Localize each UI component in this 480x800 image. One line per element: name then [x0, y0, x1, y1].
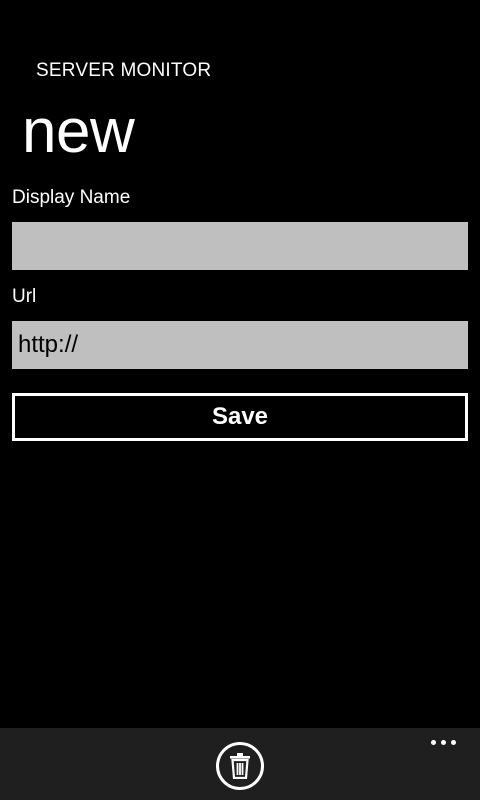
page-title: new [22, 97, 135, 166]
more-dot-icon [430, 740, 436, 745]
trash-icon [230, 753, 250, 779]
app-title: SERVER MONITOR [36, 60, 212, 81]
more-button[interactable] [426, 732, 460, 756]
app-bar [0, 728, 480, 800]
display-name-label: Display Name [12, 187, 131, 208]
url-label: Url [12, 286, 37, 307]
more-dot-icon [440, 740, 446, 745]
display-name-field[interactable] [12, 222, 468, 270]
delete-button[interactable] [216, 742, 264, 790]
save-button[interactable]: Save [12, 393, 468, 441]
more-dot-icon [450, 740, 456, 745]
url-field[interactable] [12, 321, 468, 369]
